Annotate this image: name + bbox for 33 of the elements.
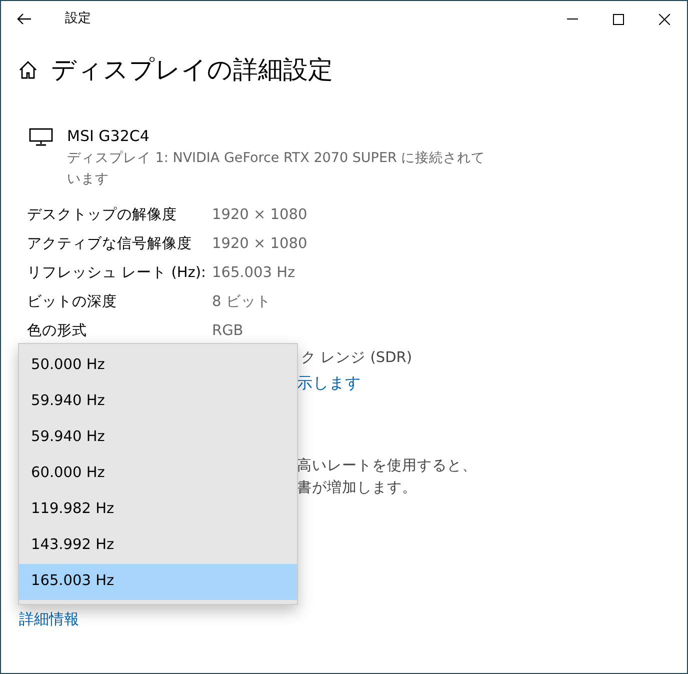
dropdown-option[interactable]: 59.940 Hz bbox=[19, 420, 297, 456]
more-info-link[interactable]: 詳細情報 bbox=[19, 610, 79, 628]
dropdown-option[interactable]: 143.992 Hz bbox=[19, 528, 297, 564]
dropdown-option[interactable]: 165.003 Hz bbox=[19, 564, 297, 600]
info-value: 1920 × 1080 bbox=[212, 206, 308, 226]
info-value: 165.003 Hz bbox=[212, 264, 296, 284]
info-value: 1920 × 1080 bbox=[212, 235, 308, 254]
info-label: アクティブな信号解像度 bbox=[27, 234, 193, 254]
monitor-icon bbox=[29, 128, 53, 146]
info-label: デスクトップの解像度 bbox=[27, 206, 178, 226]
dropdown-option[interactable]: 119.982 Hz bbox=[19, 492, 297, 528]
info-label: 色の形式 bbox=[27, 322, 88, 342]
display-description: ディスプレイ 1: NVIDIA GeForce RTX 2070 SUPER に接続されています bbox=[67, 148, 486, 188]
link[interactable]: 示します bbox=[297, 374, 361, 392]
back-arrow-icon bbox=[17, 13, 31, 25]
info-value: 8 ビット bbox=[212, 293, 271, 312]
dropdown-option[interactable]: 60.000 Hz bbox=[19, 456, 297, 492]
maximize-icon bbox=[612, 14, 624, 24]
description-text: ク レンジ (SDR) bbox=[301, 350, 412, 366]
window-title: 設定 bbox=[65, 10, 91, 28]
description-text: 書が増加します。 bbox=[297, 480, 417, 496]
info-label: ビットの深度 bbox=[27, 292, 118, 312]
dropdown-option[interactable]: 50.000 Hz bbox=[19, 348, 297, 384]
minimize-icon bbox=[566, 18, 578, 20]
page-title: ディスプレイの詳細設定 bbox=[51, 55, 333, 85]
home-icon bbox=[18, 60, 38, 80]
close-icon bbox=[658, 14, 670, 24]
info-value: RGB bbox=[212, 322, 244, 342]
home-button[interactable] bbox=[17, 59, 39, 81]
info-label: リフレッシュ レート (Hz): bbox=[27, 264, 207, 284]
description-text: 高いレートを使用すると、 bbox=[297, 458, 477, 474]
display-name: MSI G32C4 bbox=[67, 126, 150, 147]
dropdown-option[interactable]: 59.940 Hz bbox=[19, 384, 297, 420]
